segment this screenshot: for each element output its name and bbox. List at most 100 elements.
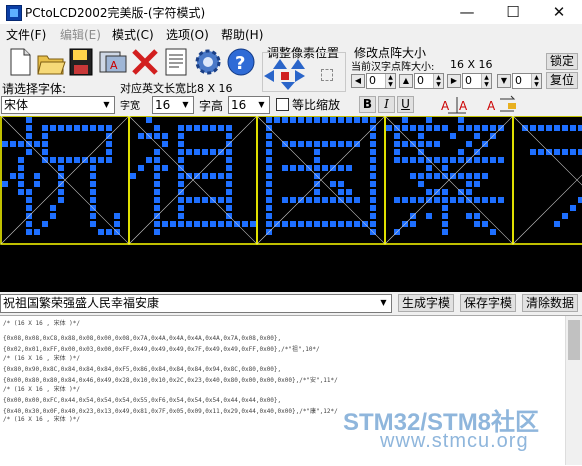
matrix-pixel[interactable] bbox=[426, 165, 432, 171]
matrix-pixel[interactable] bbox=[242, 221, 248, 227]
matrix-pixel[interactable] bbox=[458, 149, 464, 155]
save-font-button[interactable]: 保存字模 bbox=[460, 294, 516, 312]
matrix-pixel[interactable] bbox=[210, 125, 216, 131]
matrix-pixel[interactable] bbox=[266, 149, 272, 155]
matrix-pixel[interactable] bbox=[482, 197, 488, 203]
matrix-pixel[interactable] bbox=[418, 181, 424, 187]
matrix-pixel[interactable] bbox=[34, 141, 40, 147]
matrix-pixel[interactable] bbox=[490, 125, 496, 131]
matrix-pixel[interactable] bbox=[490, 197, 496, 203]
lock-button[interactable]: 锁定 bbox=[546, 53, 578, 70]
matrix-pixel[interactable] bbox=[154, 157, 160, 163]
matrix-pixel[interactable] bbox=[474, 133, 480, 139]
matrix-pixel[interactable] bbox=[274, 117, 280, 123]
matrix-pixel[interactable] bbox=[90, 125, 96, 131]
matrix-pixel[interactable] bbox=[394, 141, 400, 147]
maximize-button[interactable]: ☐ bbox=[490, 0, 536, 24]
matrix-pixel[interactable] bbox=[186, 125, 192, 131]
matrix-pixel[interactable] bbox=[10, 141, 16, 147]
matrix-pixel[interactable] bbox=[266, 181, 272, 187]
clear-button[interactable]: 清除数据 bbox=[522, 294, 578, 312]
matrix-pixel[interactable] bbox=[186, 197, 192, 203]
matrix-pixel[interactable] bbox=[178, 205, 184, 211]
matrix-pixel[interactable] bbox=[154, 149, 160, 155]
move-left-icon[interactable] bbox=[264, 70, 274, 82]
move-up-icon[interactable] bbox=[273, 59, 287, 69]
matrix-pixel[interactable] bbox=[338, 165, 344, 171]
matrix-pixel[interactable] bbox=[178, 125, 184, 131]
matrix-pixel[interactable] bbox=[210, 173, 216, 179]
text-input[interactable]: 祝祖国繁荣强盛人民幸福安康 ▼ bbox=[0, 294, 392, 313]
matrix-pixel[interactable] bbox=[442, 157, 448, 163]
matrix-pixel[interactable] bbox=[426, 125, 432, 131]
matrix-pixel[interactable] bbox=[34, 229, 40, 235]
matrix-pixel[interactable] bbox=[306, 117, 312, 123]
matrix-pixel[interactable] bbox=[370, 213, 376, 219]
matrix-pixel[interactable] bbox=[530, 125, 536, 131]
matrix-pixel[interactable] bbox=[418, 157, 424, 163]
matrix-pixel[interactable] bbox=[266, 197, 272, 203]
matrix-pixel[interactable] bbox=[194, 125, 200, 131]
matrix-pixel[interactable] bbox=[466, 173, 472, 179]
font-select[interactable]: 宋体 ▼ bbox=[1, 96, 115, 114]
matrix-pixel[interactable] bbox=[218, 173, 224, 179]
matrix-pixel[interactable] bbox=[106, 157, 112, 163]
settings-gear-icon[interactable] bbox=[192, 46, 224, 78]
matrix-pixel[interactable] bbox=[474, 197, 480, 203]
matrix-pixel[interactable] bbox=[426, 117, 432, 123]
matrix-pixel[interactable] bbox=[562, 213, 568, 219]
matrix-pixel[interactable] bbox=[282, 221, 288, 227]
matrix-pixel[interactable] bbox=[66, 157, 72, 163]
matrix-pixel[interactable] bbox=[90, 157, 96, 163]
matrix-pixel[interactable] bbox=[322, 141, 328, 147]
matrix-pixel[interactable] bbox=[330, 117, 336, 123]
matrix-pixel[interactable] bbox=[178, 173, 184, 179]
matrix-pixel[interactable] bbox=[210, 149, 216, 155]
width-select[interactable]: 16 ▼ bbox=[152, 96, 194, 114]
matrix-pixel[interactable] bbox=[466, 189, 472, 195]
matrix-pixel[interactable] bbox=[570, 125, 576, 131]
shrink-down-button[interactable]: ▼ bbox=[497, 74, 511, 88]
matrix-pixel[interactable] bbox=[26, 189, 32, 195]
matrix-pixel[interactable] bbox=[178, 221, 184, 227]
matrix-pixel[interactable] bbox=[226, 125, 232, 131]
matrix-pixel[interactable] bbox=[402, 125, 408, 131]
matrix-pixel[interactable] bbox=[282, 117, 288, 123]
matrix-pixel[interactable] bbox=[442, 229, 448, 235]
matrix-pixel[interactable] bbox=[458, 173, 464, 179]
matrix-pixel[interactable] bbox=[202, 197, 208, 203]
menu-edit[interactable]: 编辑(E) bbox=[60, 26, 101, 43]
matrix-pixel[interactable] bbox=[226, 205, 232, 211]
matrix-pixel[interactable] bbox=[26, 117, 32, 123]
matrix-pixel[interactable] bbox=[42, 221, 48, 227]
matrix-pixel[interactable] bbox=[578, 125, 582, 131]
matrix-pixel[interactable] bbox=[474, 157, 480, 163]
matrix-pixel[interactable] bbox=[434, 141, 440, 147]
matrix-pixel[interactable] bbox=[218, 197, 224, 203]
matrix-pixel[interactable] bbox=[2, 181, 8, 187]
open-icon[interactable] bbox=[35, 46, 67, 78]
matrix-pixel[interactable] bbox=[226, 157, 232, 163]
matrix-pixel[interactable] bbox=[98, 229, 104, 235]
matrix-pixel[interactable] bbox=[402, 117, 408, 123]
matrix-pixel[interactable] bbox=[370, 133, 376, 139]
reset-button[interactable]: 复位 bbox=[546, 72, 578, 89]
matrix-pixel[interactable] bbox=[402, 157, 408, 163]
matrix-pixel[interactable] bbox=[162, 221, 168, 227]
matrix-pixel[interactable] bbox=[394, 133, 400, 139]
matrix-pixel[interactable] bbox=[306, 197, 312, 203]
matrix-pixel[interactable] bbox=[362, 117, 368, 123]
scrollbar-thumb[interactable] bbox=[568, 320, 580, 360]
matrix-pixel[interactable] bbox=[442, 165, 448, 171]
matrix-pixel[interactable] bbox=[162, 133, 168, 139]
matrix-pixel[interactable] bbox=[370, 117, 376, 123]
shrink-left-button[interactable]: ◀ bbox=[351, 74, 365, 88]
matrix-pixel[interactable] bbox=[226, 173, 232, 179]
matrix-pixel[interactable] bbox=[370, 149, 376, 155]
document-icon[interactable] bbox=[160, 46, 192, 78]
matrix-pixel[interactable] bbox=[26, 205, 32, 211]
generate-button[interactable]: 生成字模 bbox=[398, 294, 454, 312]
matrix-pixel[interactable] bbox=[146, 157, 152, 163]
spin-down[interactable]: 0 ▲ ▼ bbox=[512, 73, 542, 89]
matrix-pixel[interactable] bbox=[298, 165, 304, 171]
